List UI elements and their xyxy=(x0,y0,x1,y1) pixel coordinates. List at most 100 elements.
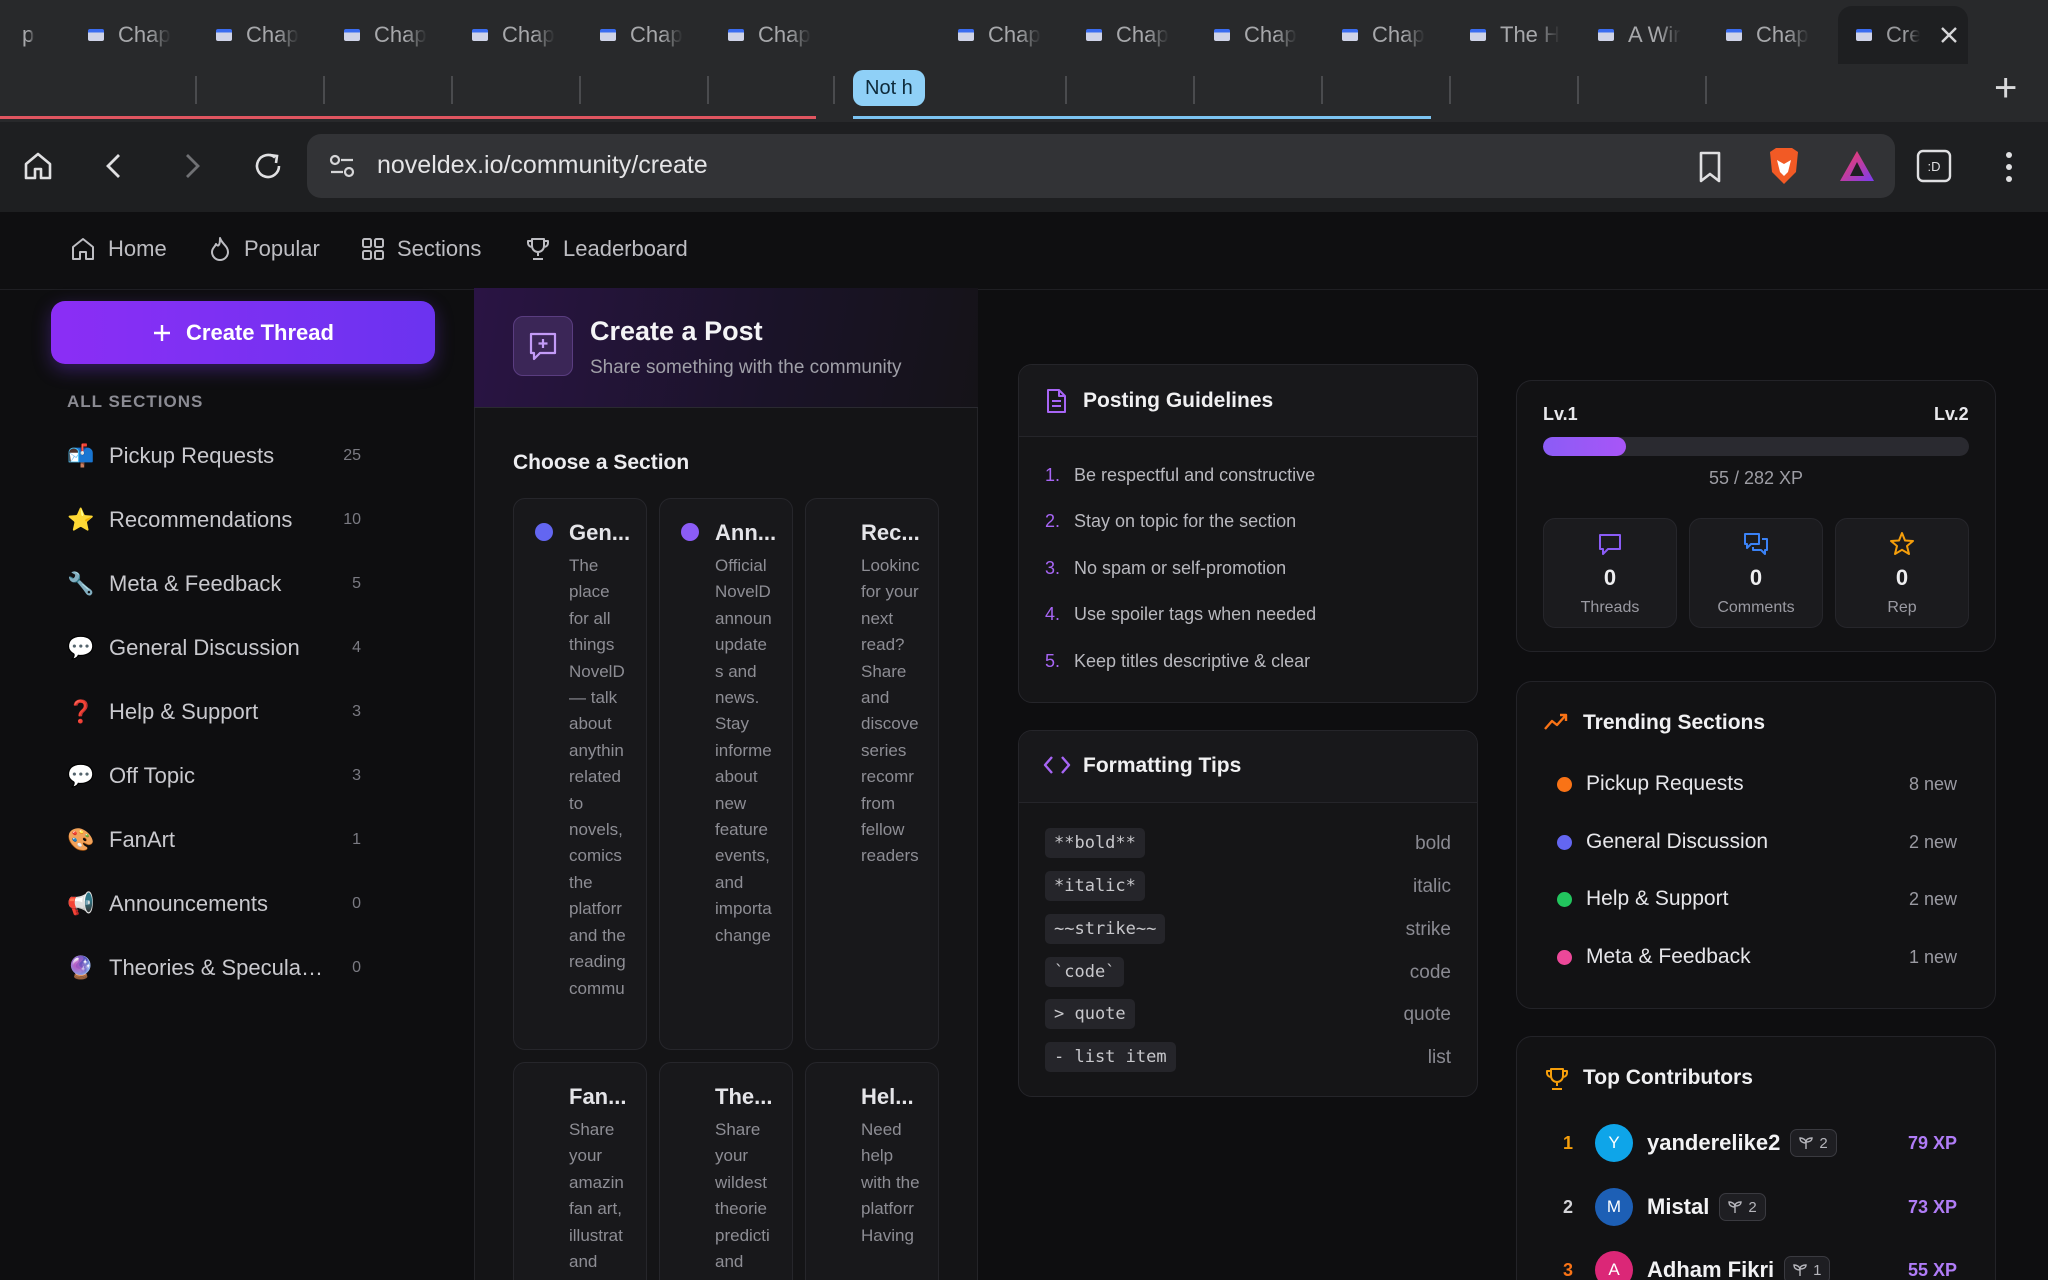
trending-name: Meta & Feedback xyxy=(1586,945,1751,968)
sidebar-item-label: Pickup Requests xyxy=(109,443,275,468)
avatar: Y xyxy=(1595,1124,1633,1162)
trophy-icon xyxy=(527,238,549,260)
badge-value: 2 xyxy=(1819,1134,1828,1152)
tab-title: Chap xyxy=(1244,22,1297,47)
sidebar-item-label: Off Topic xyxy=(109,763,196,788)
browser-tab[interactable]: Chap xyxy=(1726,6,1826,64)
guideline-number: 5. xyxy=(1045,651,1061,671)
url-text: noveldex.io/community/create xyxy=(377,151,708,179)
nav-leaderboard[interactable]: Leaderboard xyxy=(525,236,688,262)
browser-tab[interactable]: Chap xyxy=(344,6,444,64)
trending-item[interactable]: Pickup Requests 8 new xyxy=(1557,769,1957,799)
home-button[interactable] xyxy=(18,146,58,186)
sidebar-item-pickup-requests[interactable]: 📬 Pickup Requests 25 xyxy=(67,436,367,476)
forward-button[interactable] xyxy=(171,146,211,186)
extension-icon[interactable]: :D xyxy=(1916,149,1952,183)
tab-title: Chap xyxy=(502,22,555,47)
section-card-fanart[interactable]: Fan... Share your amazin fan art, illust… xyxy=(513,1062,647,1280)
trending-item[interactable]: Meta & Feedback 1 new xyxy=(1557,942,1957,972)
trending-item[interactable]: Help & Support 2 new xyxy=(1557,884,1957,914)
bookmark-icon[interactable] xyxy=(1696,150,1724,184)
nav-popular[interactable]: Popular xyxy=(208,236,320,262)
favicon-icon xyxy=(1598,29,1614,41)
sprout-icon xyxy=(1799,1137,1814,1149)
back-button[interactable] xyxy=(95,146,135,186)
sidebar-item-general-discussion[interactable]: 💬 General Discussion 4 xyxy=(67,628,367,668)
tab-title: Chap xyxy=(758,22,811,47)
guidelines-title: Posting Guidelines xyxy=(1083,389,1274,412)
trending-color-dot xyxy=(1557,891,1572,907)
browser-tab[interactable]: Chap xyxy=(472,6,572,64)
browser-tab[interactable]: A Wir xyxy=(1598,6,1698,64)
stat-label: Rep xyxy=(1887,599,1917,616)
sidebar-item-count: 0 xyxy=(352,895,361,912)
svg-text::D: :D xyxy=(1928,159,1941,174)
nav-sections[interactable]: Sections xyxy=(361,236,481,262)
stat-threads: 0 Threads xyxy=(1543,518,1677,628)
active-browser-tab[interactable]: Cre xyxy=(1838,6,1968,64)
site-settings-icon[interactable] xyxy=(327,152,357,180)
tab-strip xyxy=(0,58,2048,122)
menu-kebab-icon[interactable] xyxy=(2000,150,2018,184)
favicon-icon xyxy=(1726,29,1742,41)
nav-home[interactable]: Home xyxy=(70,236,167,262)
sidebar-item-meta-feedback[interactable]: 🔧 Meta & Feedback 5 xyxy=(67,564,367,604)
xp-progress-fill xyxy=(1543,437,1627,456)
section-card-recommendations[interactable]: Rec... Lookinc for your next read? Share… xyxy=(805,498,939,1050)
browser-tab[interactable]: The H xyxy=(1470,6,1570,64)
question-mark-icon: ❓ xyxy=(67,699,95,724)
sidebar-item-count: 4 xyxy=(352,639,361,656)
close-tab-icon[interactable] xyxy=(1938,24,1960,46)
flame-icon xyxy=(211,237,229,261)
browser-tab[interactable]: Chap xyxy=(88,6,188,64)
guideline-number: 1. xyxy=(1045,465,1061,485)
level-badge: 2 xyxy=(1790,1129,1837,1157)
sidebar-item-off-topic[interactable]: 💬 Off Topic 3 xyxy=(67,756,367,796)
section-card-general[interactable]: Gen... The place for all things NovelD —… xyxy=(513,498,647,1050)
tab-title: Chap xyxy=(1116,22,1169,47)
nav-label: Popular xyxy=(244,236,320,261)
sidebar-item-help-support[interactable]: ❓ Help & Support 3 xyxy=(67,692,367,732)
tab-partial[interactable]: p xyxy=(22,6,50,64)
contributor-rank: 3 xyxy=(1563,1259,1574,1280)
brave-shields-icon[interactable] xyxy=(1766,146,1802,186)
new-tab-button[interactable]: + xyxy=(1994,68,2017,108)
section-card-help[interactable]: Hel... Need help with the platforr Havin… xyxy=(805,1062,939,1280)
sidebar-item-recommendations[interactable]: ⭐ Recommendations 10 xyxy=(67,500,367,540)
contributor-rank: 2 xyxy=(1563,1196,1574,1217)
contributor-row[interactable]: 3 A Adham Fikri 1 55 XP xyxy=(1563,1250,1957,1280)
tab-title: Chap xyxy=(630,22,683,47)
tab-title: Chap xyxy=(374,22,427,47)
tab-divider xyxy=(195,76,197,104)
section-card-announcements[interactable]: Ann... Official NovelD announ updates an… xyxy=(659,498,793,1050)
brave-rewards-icon[interactable] xyxy=(1838,148,1876,184)
create-thread-button[interactable]: Create Thread xyxy=(51,301,435,364)
sidebar-item-fanart[interactable]: 🎨 FanArt 1 xyxy=(67,820,367,860)
crystal-ball-icon: 🔮 xyxy=(67,955,95,980)
trending-item[interactable]: General Discussion 2 new xyxy=(1557,827,1957,857)
browser-tab[interactable]: Chap xyxy=(728,6,828,64)
trending-color-dot xyxy=(1557,834,1572,850)
tab-divider xyxy=(451,76,453,104)
tab-title: Chap xyxy=(1372,22,1425,47)
browser-tab[interactable]: Chap xyxy=(958,6,1058,64)
section-card-theories[interactable]: The... Share your wildest theorie predic… xyxy=(659,1062,793,1280)
browser-tab[interactable]: Chap xyxy=(1086,6,1186,64)
contributor-row[interactable]: 2 M Mistal 2 73 XP xyxy=(1563,1187,1957,1227)
tab-group-label[interactable]: Not h xyxy=(853,70,925,106)
tab-title: Chap xyxy=(1756,22,1809,47)
reload-button[interactable] xyxy=(248,146,288,186)
sidebar-item-announcements[interactable]: 📢 Announcements 0 xyxy=(67,884,367,924)
sidebar-item-count: 0 xyxy=(352,959,361,976)
section-color-dot xyxy=(535,523,553,541)
sidebar-item-theories[interactable]: 🔮 Theories & Speculati... 0 xyxy=(67,948,367,988)
browser-tab[interactable]: Chap xyxy=(1214,6,1314,64)
browser-tab[interactable]: Chap xyxy=(600,6,700,64)
section-card-name: Hel... xyxy=(861,1084,914,1109)
browser-tab[interactable]: Chap xyxy=(216,6,316,64)
page-title: Create a Post xyxy=(590,316,763,346)
contributor-row[interactable]: 1 Y yanderelike2 2 79 XP xyxy=(1563,1123,1957,1163)
browser-tab[interactable]: Chap xyxy=(1342,6,1442,64)
document-icon xyxy=(1047,389,1066,413)
favicon-icon xyxy=(1086,29,1102,41)
